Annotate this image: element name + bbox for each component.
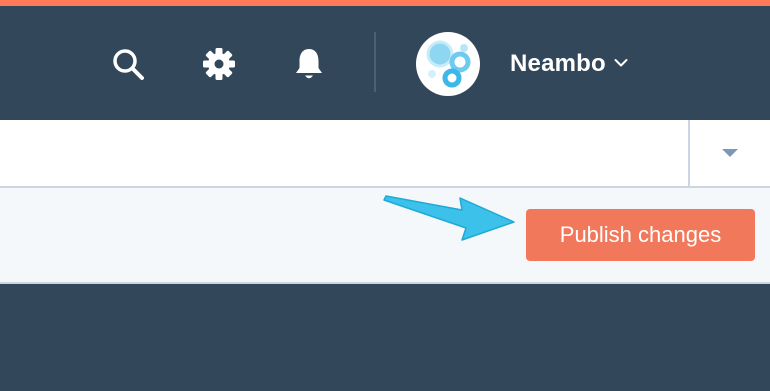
search-icon[interactable]	[108, 44, 148, 84]
top-navbar: Neambo	[0, 6, 770, 120]
chevron-down-icon	[614, 55, 628, 73]
publish-changes-button[interactable]: Publish changes	[526, 209, 755, 261]
gear-icon[interactable]	[199, 44, 239, 84]
account-menu[interactable]: Neambo	[510, 46, 628, 82]
caret-down-icon[interactable]	[690, 120, 770, 186]
avatar[interactable]	[416, 32, 480, 96]
nav-divider	[374, 32, 376, 92]
bell-icon[interactable]	[289, 44, 329, 84]
annotation-arrow-icon	[383, 195, 515, 241]
toolbar-row	[0, 120, 770, 188]
account-name: Neambo	[510, 50, 606, 77]
